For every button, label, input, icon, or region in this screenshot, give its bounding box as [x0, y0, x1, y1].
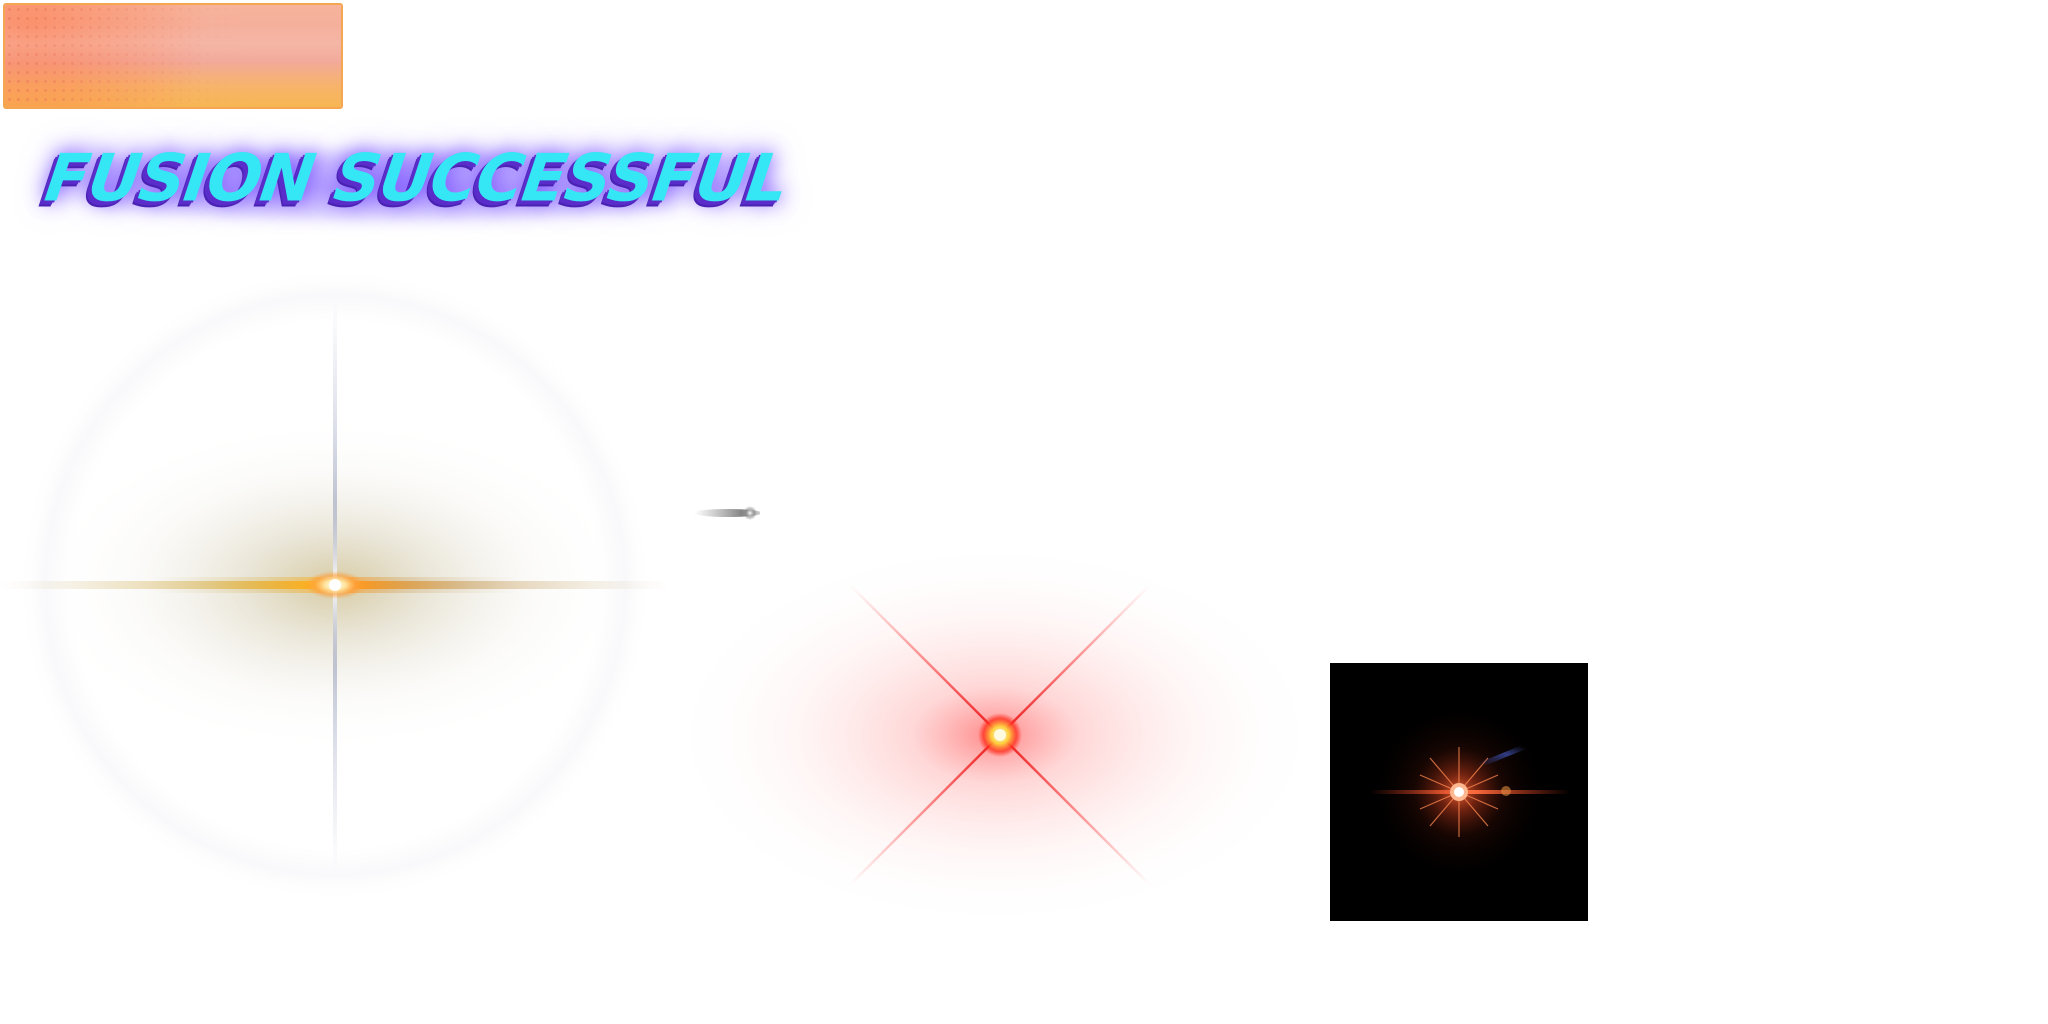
sprite-sheet-canvas: FUSION SUCCESSFUL — [0, 0, 2048, 1024]
gold-cross-lens-flare — [0, 250, 670, 920]
gold-flare-graphic — [0, 255, 670, 915]
title-text: FUSION SUCCESSFUL — [40, 141, 793, 217]
dark-orange-star-flare — [1330, 663, 1588, 921]
dark-flare-graphic — [1369, 702, 1570, 882]
red-x-lens-flare — [660, 540, 1340, 940]
banner-shine — [5, 23, 341, 65]
fusion-successful-title: FUSION SUCCESSFUL — [30, 130, 792, 240]
streak-graphic — [694, 506, 760, 520]
grey-streak-flare — [680, 498, 760, 528]
orange-banner-panel — [3, 3, 343, 109]
red-flare-graphic — [665, 540, 1325, 930]
